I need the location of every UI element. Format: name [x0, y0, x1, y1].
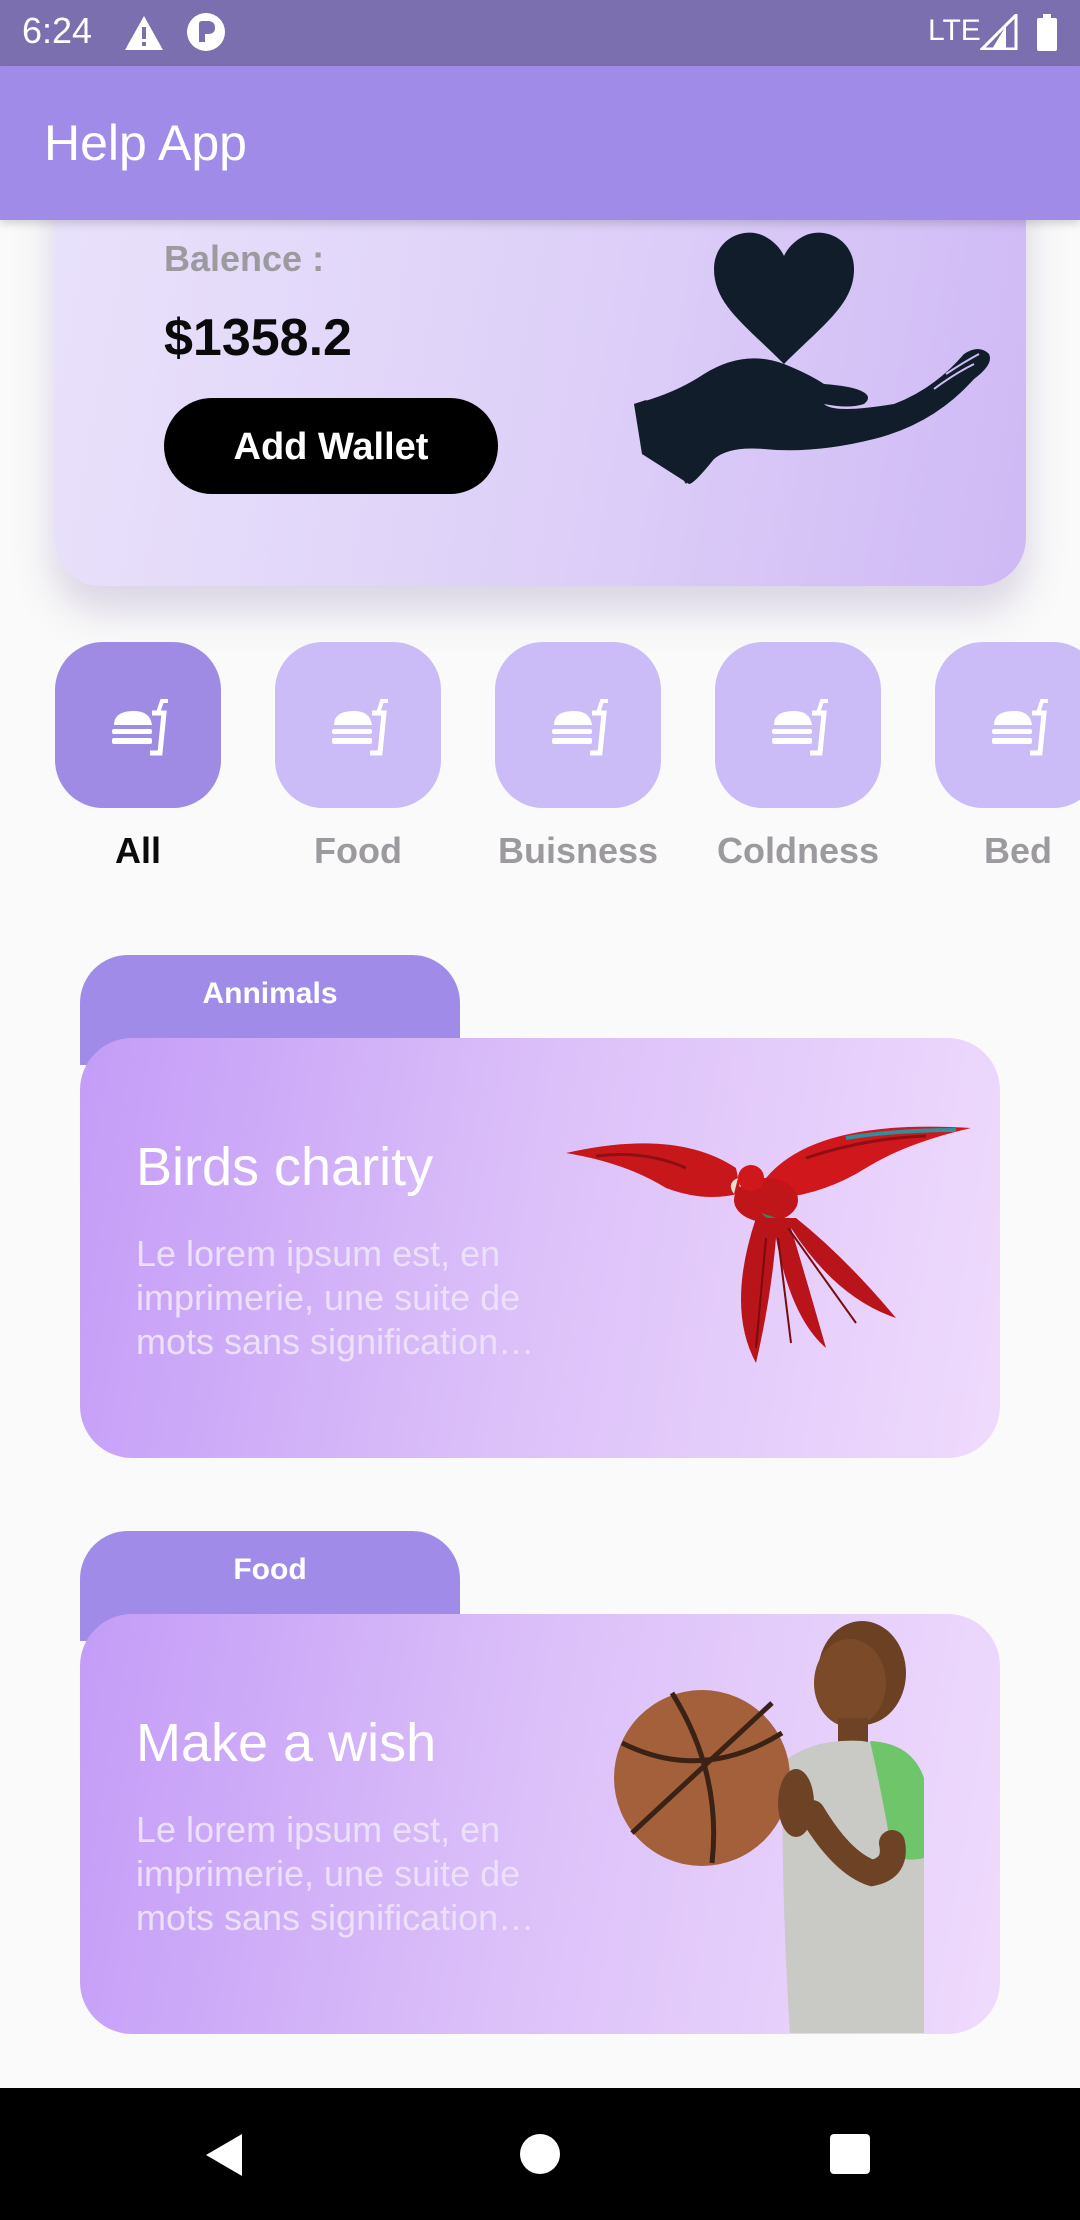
- heart-in-hand-icon: [634, 232, 990, 484]
- food-icon: [332, 699, 388, 756]
- category-tile[interactable]: [715, 642, 881, 808]
- balance-amount: $1358.2: [164, 309, 352, 367]
- category-label: Coldness: [716, 830, 880, 871]
- system-nav-bar: [0, 2088, 1080, 2220]
- category-all[interactable]: All: [55, 642, 221, 872]
- battery-icon: [1037, 14, 1057, 51]
- parrot-image: [566, 1126, 971, 1363]
- status-time: 6:24: [22, 10, 93, 51]
- status-bar: 6:24 LTE: [0, 0, 1080, 66]
- food-icon: [992, 699, 1048, 756]
- network-type: LTE: [928, 14, 981, 47]
- balance-card: Balence : $1358.2 Add Wallet: [54, 160, 1026, 586]
- warning-icon: [125, 16, 163, 50]
- category-label: All: [114, 830, 161, 871]
- category-bed[interactable]: Bed: [935, 642, 1080, 872]
- category-label: Buisness: [497, 830, 659, 871]
- category-tile[interactable]: [935, 642, 1080, 808]
- category-tile[interactable]: [495, 642, 661, 808]
- category-buisness[interactable]: Buisness: [495, 642, 661, 872]
- child-basketball-image: [614, 1621, 924, 2033]
- recent-apps-icon[interactable]: [830, 2134, 870, 2174]
- category-label: Food: [314, 830, 402, 871]
- notification-app-icon: [187, 13, 225, 51]
- card-description: Le lorem ipsum est, en imprimerie, une s…: [136, 1233, 535, 1362]
- card-title: Birds charity: [136, 1137, 434, 1197]
- back-icon[interactable]: [204, 2132, 244, 2178]
- category-tile[interactable]: [275, 642, 441, 808]
- category-tile[interactable]: [55, 642, 221, 808]
- add-wallet-button[interactable]: Add Wallet: [164, 398, 498, 494]
- card-tag: Annimals: [202, 977, 338, 1010]
- app-title: Help App: [44, 115, 247, 171]
- card-title: Make a wish: [136, 1713, 437, 1773]
- signal-icon: [980, 14, 1018, 50]
- food-icon: [552, 699, 608, 756]
- app-bar: Help App: [0, 66, 1080, 220]
- food-icon: [112, 699, 168, 756]
- category-coldness[interactable]: Coldness: [715, 642, 881, 872]
- category-list: All Food Buisness Coldness Bed: [0, 642, 1080, 882]
- card-tag: Food: [233, 1553, 307, 1586]
- card-description: Le lorem ipsum est, en imprimerie, une s…: [136, 1809, 535, 1938]
- home-icon[interactable]: [520, 2134, 560, 2174]
- category-label: Bed: [983, 830, 1052, 871]
- food-icon: [772, 699, 828, 756]
- category-food[interactable]: Food: [275, 642, 441, 872]
- charity-card[interactable]: Birds charity Le lorem ipsum est, en imp…: [80, 1038, 1000, 1458]
- balance-label: Balence :: [164, 238, 325, 279]
